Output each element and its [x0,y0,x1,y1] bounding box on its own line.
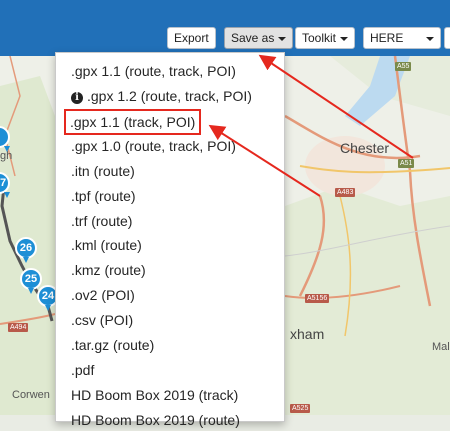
road-shield-a494: A494 [8,323,29,332]
menu-item-gpx12-route-track-poi[interactable]: i .gpx 1.2 (route, track, POI) [71,85,252,107]
menu-item-kmz[interactable]: .kmz (route) [71,259,146,281]
menu-item-gpx11-route-track-poi[interactable]: .gpx 1.1 (route, track, POI) [71,60,236,82]
export-label: Export [174,31,209,45]
map-provider-select[interactable]: HERE [363,27,441,49]
road-shield-a483: A483 [335,188,356,197]
map-label-mal: Mal [432,341,450,353]
save-as-menu: .gpx 1.1 (route, track, POI) i .gpx 1.2 (… [55,52,285,428]
save-as-button[interactable]: Save as [224,27,294,49]
menu-item-csv[interactable]: .csv (POI) [71,309,133,331]
menu-item-hd-boom-box-route[interactable]: HD Boom Box 2019 (route) [71,409,240,431]
menu-item-ov2[interactable]: .ov2 (POI) [71,284,135,306]
menu-item-tar-gz[interactable]: .tar.gz (route) [71,334,154,356]
save-as-label: Save as [231,31,275,45]
chevron-down-icon [278,36,287,41]
route-marker-26[interactable]: 26 [15,237,37,263]
export-button[interactable]: Export [167,27,216,49]
top-toolbar: Export Save as Toolkit HERE [0,0,450,56]
menu-item-label: .gpx 1.2 (route, track, POI) [87,88,252,104]
toolkit-button[interactable]: Toolkit [295,27,356,49]
extra-select[interactable] [444,27,450,49]
map-label-xham: xham [290,326,325,342]
road-shield-a55: A55 [395,62,412,71]
menu-item-gpx10-route-track-poi[interactable]: .gpx 1.0 (route, track, POI) [71,135,236,157]
road-shield-a5156: A5156 [305,294,330,303]
menu-item-tpf[interactable]: .tpf (route) [71,185,136,207]
road-shield-a525: A525 [290,404,311,413]
menu-item-kml[interactable]: .kml (route) [71,234,142,256]
menu-item-gpx11-track-poi[interactable]: .gpx 1.1 (track, POI) [63,109,202,135]
map-label-corwen: Corwen [12,389,50,401]
menu-item-hd-boom-box-track[interactable]: HD Boom Box 2019 (track) [71,384,238,406]
chevron-down-icon [426,37,434,41]
route-marker-25[interactable]: 25 [20,268,42,294]
map-provider-value: HERE [370,31,404,45]
menu-item-trf[interactable]: .trf (route) [71,210,132,232]
info-icon: i [71,92,83,104]
map-label-chester: Chester [340,140,390,156]
menu-item-itn[interactable]: .itn (route) [71,160,135,182]
road-shield-a51: A51 [398,159,415,168]
menu-item-pdf[interactable]: .pdf [71,359,94,381]
toolkit-label: Toolkit [302,31,337,45]
chevron-down-icon [340,36,349,41]
